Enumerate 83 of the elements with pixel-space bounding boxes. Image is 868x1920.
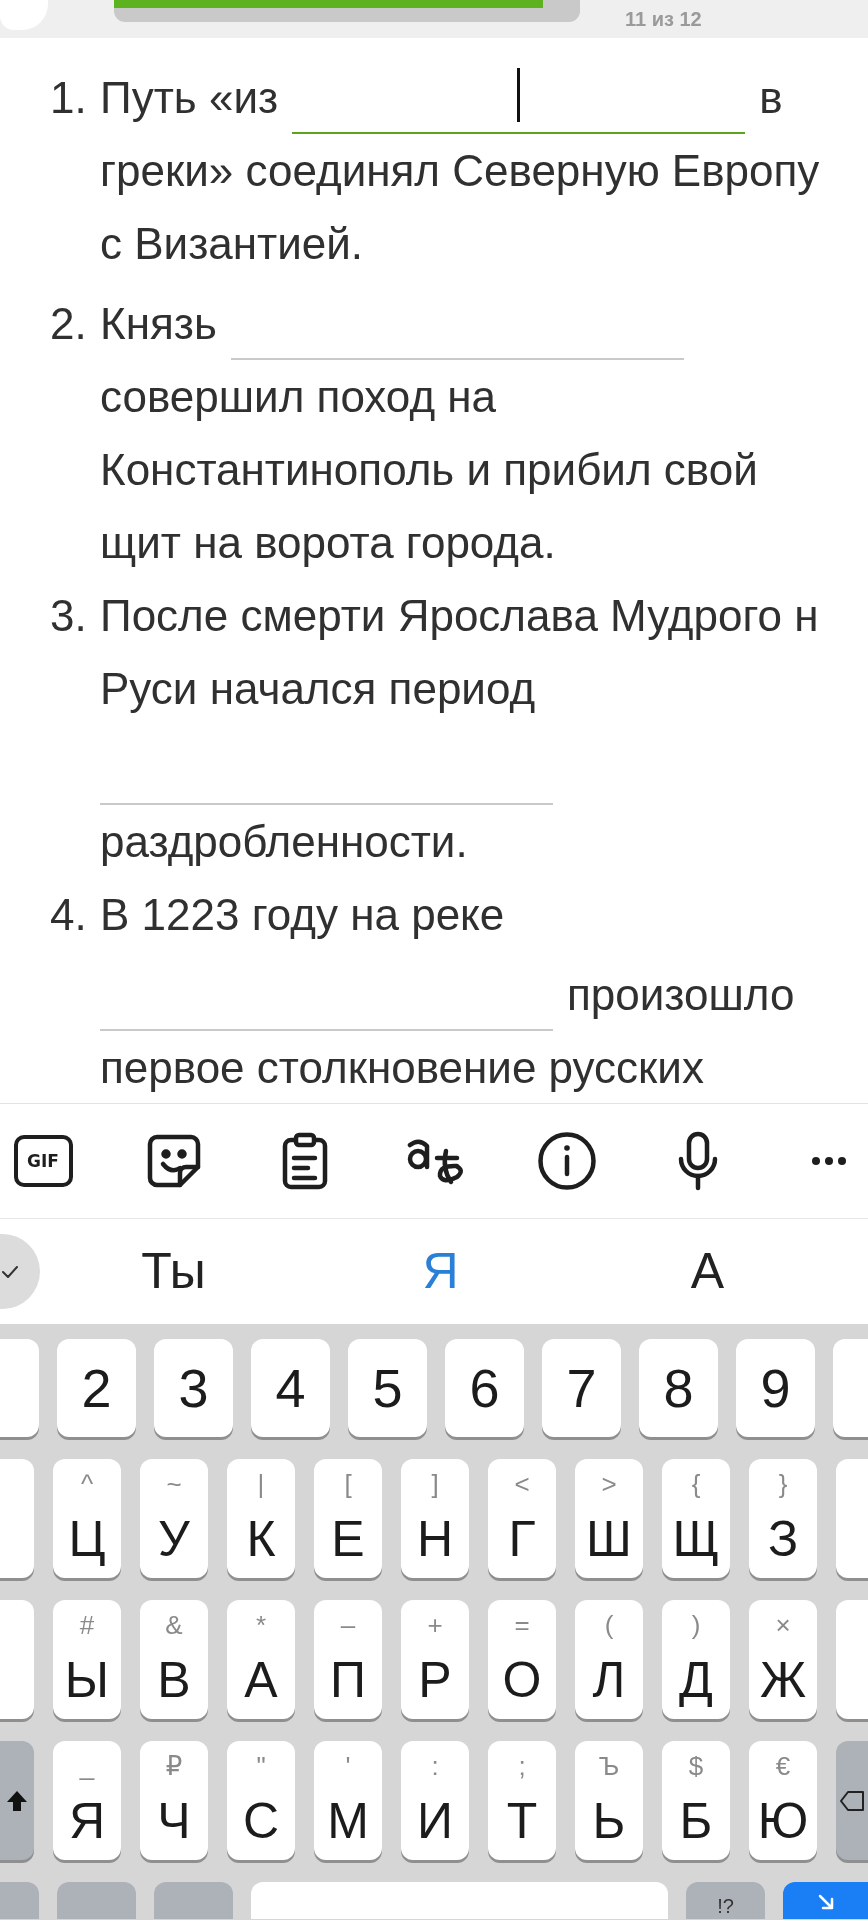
key[interactable]: | К	[227, 1459, 295, 1578]
key[interactable]: × Ж	[749, 1600, 817, 1719]
question-text: с Византией.	[100, 218, 364, 270]
key[interactable]: + Р	[401, 1600, 469, 1719]
sticker-icon[interactable]	[147, 1134, 201, 1188]
text-cursor	[517, 68, 521, 122]
check-icon	[2, 1265, 18, 1278]
function-key[interactable]	[0, 1882, 39, 1919]
key[interactable]: ) Д	[662, 1600, 730, 1719]
question-text: щит на ворота города.	[100, 517, 556, 569]
function-key[interactable]	[57, 1882, 136, 1919]
shift-icon	[6, 1789, 28, 1812]
info-icon[interactable]	[538, 1132, 596, 1190]
key[interactable]: 6	[445, 1339, 524, 1437]
key[interactable]: * А	[227, 1600, 295, 1719]
question-number: 2.	[50, 298, 86, 350]
key[interactable]: _ Я	[53, 1741, 121, 1860]
enter-key[interactable]	[783, 1882, 868, 1919]
question-number: 3.	[50, 590, 86, 642]
question-text: Князь	[100, 298, 217, 350]
backspace-icon	[840, 1790, 864, 1811]
question-text: раздробленности.	[100, 816, 468, 868]
question-text: совершил поход на	[100, 371, 497, 423]
answer-field[interactable]	[292, 70, 746, 134]
question-text: Константинополь и прибил свой	[100, 444, 758, 496]
key[interactable]: ] Н	[401, 1459, 469, 1578]
key[interactable]: # Ы	[53, 1600, 121, 1719]
key[interactable]: ( Л	[575, 1600, 643, 1719]
key[interactable]: ~ У	[140, 1459, 208, 1578]
question-text: В 1223 году на реке	[100, 889, 505, 941]
question-number: 1.	[50, 72, 86, 124]
key[interactable]: 7	[542, 1339, 621, 1437]
key[interactable]: > Ш	[575, 1459, 643, 1578]
question-text: После смерти Ярослава Мудрого н	[100, 590, 819, 642]
shift-key[interactable]	[0, 1741, 34, 1860]
key[interactable]: 2	[57, 1339, 136, 1437]
clipboard-icon[interactable]	[282, 1132, 328, 1190]
key[interactable]: ' М	[314, 1741, 382, 1860]
key[interactable]: 5	[348, 1339, 427, 1437]
key[interactable]: 4	[251, 1339, 330, 1437]
question-text: в	[759, 72, 783, 124]
key[interactable]: : И	[401, 1741, 469, 1860]
suggestion[interactable]: Ты	[127, 1240, 220, 1303]
question-text: Руси начался период	[100, 663, 536, 715]
question-text: Путь «из	[100, 72, 279, 124]
arrow-icon	[817, 1894, 834, 1910]
key[interactable]: Ъ Ь	[575, 1741, 643, 1860]
key[interactable]	[0, 1459, 34, 1578]
key[interactable]: ; Т	[488, 1741, 556, 1860]
key[interactable]: = О	[488, 1600, 556, 1719]
key[interactable]	[836, 1459, 868, 1578]
key[interactable]: } З	[749, 1459, 817, 1578]
key[interactable]: [ Е	[314, 1459, 382, 1578]
key[interactable]: < Г	[488, 1459, 556, 1578]
key[interactable]: " С	[227, 1741, 295, 1860]
key[interactable]: € Ю	[749, 1741, 817, 1860]
question-text: произошло	[567, 969, 795, 1021]
key[interactable]	[833, 1339, 868, 1437]
question-number: 4.	[50, 889, 86, 941]
key[interactable]: $ Б	[662, 1741, 730, 1860]
key[interactable]: 8	[639, 1339, 718, 1437]
key[interactable]	[0, 1600, 34, 1719]
key[interactable]: 9	[736, 1339, 815, 1437]
key[interactable]: ₽ Ч	[140, 1741, 208, 1860]
key[interactable]: 3	[154, 1339, 233, 1437]
more-icon[interactable]	[811, 1156, 847, 1166]
key[interactable]: { Щ	[662, 1459, 730, 1578]
key[interactable]: ^ Ц	[53, 1459, 121, 1578]
function-key[interactable]: !?	[686, 1882, 765, 1919]
question-counter: 11 из 12	[625, 7, 702, 31]
question-text: греки» соединял Северную Европу	[100, 145, 820, 197]
key[interactable]	[836, 1600, 868, 1719]
function-key[interactable]	[154, 1882, 233, 1919]
backspace-key[interactable]	[836, 1741, 868, 1860]
suggestion[interactable]: Я	[408, 1240, 473, 1303]
microphone-icon[interactable]	[678, 1131, 718, 1191]
gif-button[interactable]: GIF	[13, 1135, 73, 1187]
key[interactable]: & В	[140, 1600, 208, 1719]
question-text: первое столкновение русских	[100, 1042, 704, 1094]
key[interactable]	[0, 1339, 39, 1437]
key[interactable]: – П	[314, 1600, 382, 1719]
suggestion[interactable]: А	[676, 1240, 739, 1303]
space-key[interactable]	[251, 1882, 668, 1919]
